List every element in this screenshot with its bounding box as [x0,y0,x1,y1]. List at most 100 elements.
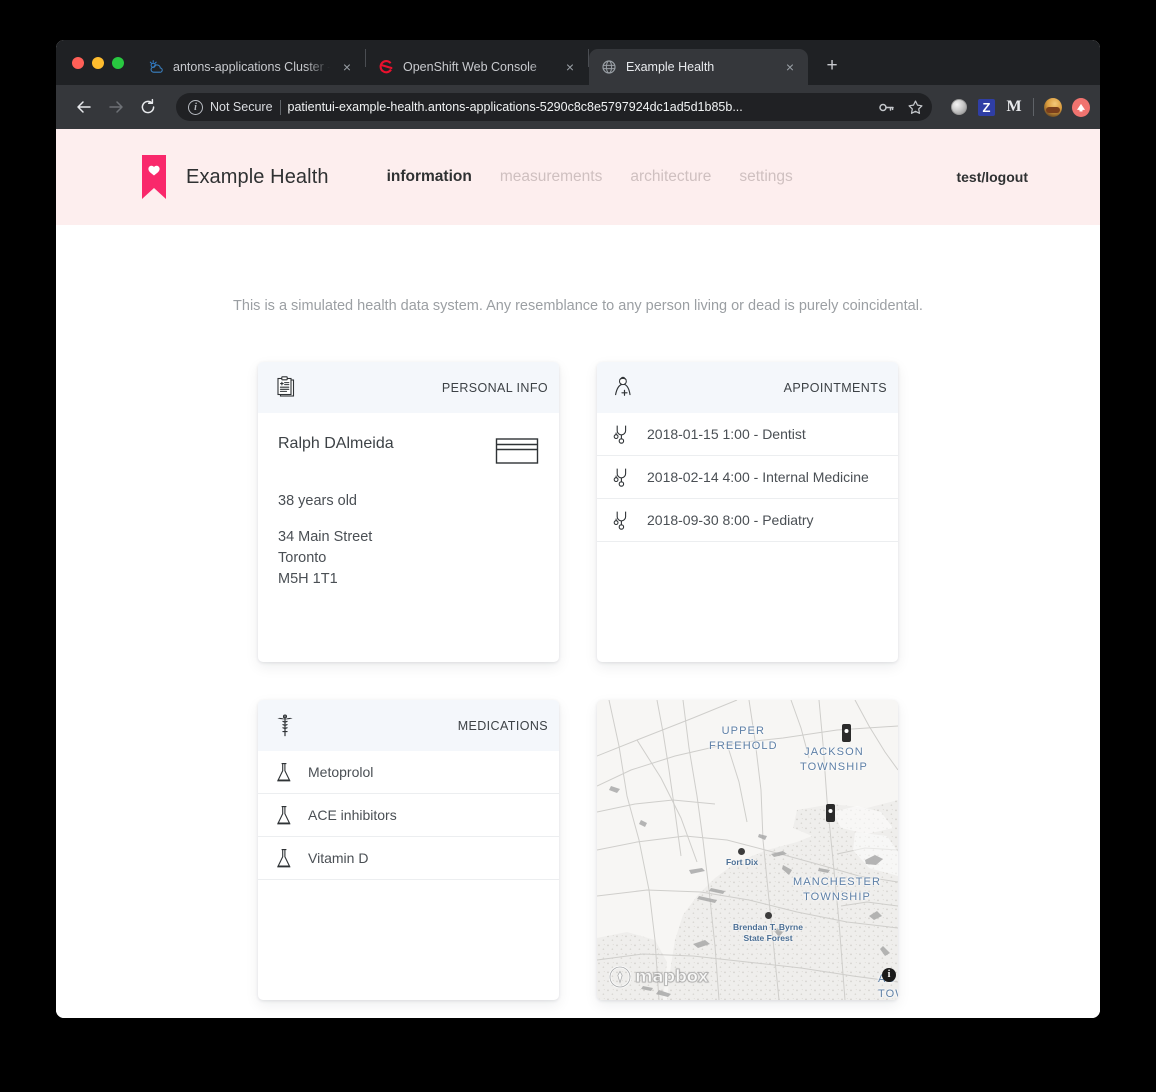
stethoscope-icon [613,423,633,445]
mapbox-logo[interactable]: mapbox [609,966,709,988]
caduceus-icon [272,713,298,739]
map-label-manchester-township: MANCHESTER TOWNSHIP [793,876,882,903]
patient-name: Ralph DAlmeida [278,435,394,452]
insurance-card-icon [495,435,539,467]
maximize-window-button[interactable] [112,56,124,69]
nav-item-measurements[interactable]: measurements [500,168,603,186]
list-item[interactable]: 2018-02-14 4:00 - Internal Medicine [597,456,898,499]
user-logout-link[interactable]: test/logout [956,169,1028,185]
page-content: Example Health information measurements … [56,129,1100,1018]
close-icon[interactable]: × [562,59,578,75]
zotero-icon[interactable]: Z [978,98,995,116]
openshift-icon [378,59,394,75]
nav-item-architecture[interactable]: architecture [630,168,711,186]
map-poi-state-forest: Brendan T. Byrne State Forest [733,922,803,943]
medications-list: Metoprolol ACE inhibitors Vitamin D [258,751,559,1000]
appointment-text: 2018-09-30 8:00 - Pediatry [647,512,814,528]
list-item[interactable]: Metoprolol [258,751,559,794]
tab-strip: antons-applications Cluster - IB × OpenS… [56,40,1100,85]
close-window-button[interactable] [72,56,84,69]
reload-icon[interactable] [134,93,162,121]
clipboard-icon [272,375,298,401]
brand[interactable]: Example Health [142,155,329,199]
medium-icon[interactable]: M [1005,98,1023,116]
url-text[interactable]: patientui-example-health.antons-applicat… [288,100,868,114]
browser-window: antons-applications Cluster - IB × OpenS… [56,40,1100,1018]
location-map[interactable]: UPPER FREEHOLD JACKSON TOWNSHIP MANCHESTER… [597,700,898,1000]
address-line-3: M5H 1T1 [278,571,338,587]
medication-text: ACE inhibitors [308,807,397,823]
mapbox-mark-icon [609,966,631,988]
card-title: MEDICATIONS [457,718,548,733]
card-title: APPOINTMENTS [783,380,887,395]
bookmark-star-icon[interactable] [904,96,926,118]
medication-text: Metoprolol [308,764,374,780]
page-title: Example Health [186,165,329,188]
security-status-label: Not Secure [210,100,273,114]
tab-title: OpenShift Web Console [403,60,537,74]
omnibox-divider [279,99,281,115]
card-title: PERSONAL INFO [441,380,548,395]
card-header: PERSONAL INFO [258,362,559,413]
map-poi-fort-dix: Fort Dix [725,857,759,867]
browser-toolbar: i Not Secure patientui-example-health.an… [56,85,1100,129]
medication-text: Vitamin D [308,850,369,866]
list-item[interactable]: ACE inhibitors [258,794,559,837]
map-info-icon[interactable]: i [882,968,896,982]
appointments-list: 2018-01-15 1:00 - Dentist 2018-02-14 4:0… [597,413,898,662]
minimize-window-button[interactable] [92,56,104,69]
extension-toolbar: Z M [944,97,1090,117]
toolbar-divider [1033,98,1034,116]
flask-icon [274,847,294,869]
info-icon[interactable]: i [188,99,203,115]
list-item[interactable]: 2018-01-15 1:00 - Dentist [597,413,898,456]
personal-info-body: Ralph DAlmeida 38 years old 34 Main Stre… [258,413,559,662]
card-header: MEDICATIONS [258,700,559,751]
globe-icon [601,59,617,75]
patient-name-row: Ralph DAlmeida [278,435,539,467]
patient-age: 38 years old [278,493,357,509]
nav-item-information[interactable]: information [387,168,472,186]
list-item[interactable]: 2018-09-30 8:00 - Pediatry [597,499,898,542]
flask-icon [274,761,294,783]
stethoscope-icon [613,509,633,531]
app-header: Example Health information measurements … [56,129,1100,225]
browser-tab-openshift[interactable]: OpenShift Web Console × [366,49,588,85]
close-icon[interactable]: × [339,59,355,75]
address-bar[interactable]: i Not Secure patientui-example-health.an… [176,93,932,121]
tab-title: Example Health [626,60,715,74]
back-arrow-icon[interactable] [70,93,98,121]
stethoscope-icon [613,466,633,488]
list-item[interactable]: Vitamin D [258,837,559,880]
main-nav: information measurements architecture se… [387,168,793,186]
profile-avatar[interactable] [1044,97,1062,117]
extension-circle-icon[interactable] [950,98,968,116]
poi-dot-state-forest [765,912,772,919]
disclaimer-text: This is a simulated health data system. … [233,298,923,314]
map-label-jackson-township: JACKSON TOWNSHIP [800,746,868,773]
browser-tab-example-health[interactable]: Example Health × [589,49,808,85]
doctor-add-icon [611,375,637,401]
poi-dot-fort-dix [738,848,745,855]
patient-address: 34 Main Street Toronto M5H 1T1 [278,527,539,590]
appointment-text: 2018-02-14 4:00 - Internal Medicine [647,469,869,485]
heart-ribbon-logo [142,155,166,199]
card-header: APPOINTMENTS [597,362,898,413]
medications-card: MEDICATIONS Metoprolol ACE inhibitors Vi… [258,700,559,1000]
password-key-icon[interactable] [875,96,897,118]
window-traffic-lights [66,40,136,85]
forward-arrow-icon[interactable] [102,93,130,121]
tab-title: antons-applications Cluster - IB [173,60,330,74]
address-line-1: 34 Main Street [278,529,373,545]
appointments-card: APPOINTMENTS 2018-01-15 1:00 - Dentist 2… [597,362,898,662]
upload-icon[interactable] [1072,97,1090,117]
close-icon[interactable]: × [782,59,798,75]
address-line-2: Toronto [278,550,327,566]
map-label-upper-freehold: UPPER FREEHOLD [709,725,778,752]
mapbox-wordmark: mapbox [634,966,709,987]
flask-icon [274,804,294,826]
map-attribution[interactable]: i [882,968,896,982]
nav-item-settings[interactable]: settings [739,168,792,186]
browser-tab-ibm-cloud[interactable]: antons-applications Cluster - IB × [136,49,365,85]
new-tab-button[interactable]: + [818,53,846,81]
